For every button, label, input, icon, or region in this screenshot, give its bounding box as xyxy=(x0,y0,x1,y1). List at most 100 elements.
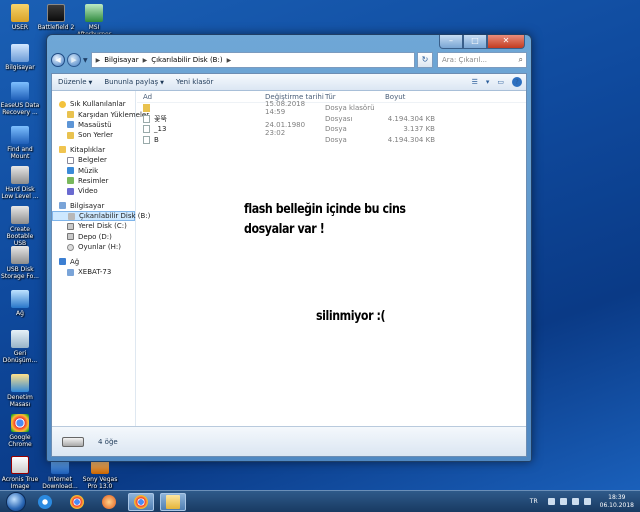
address-root-chevron-icon[interactable]: ▶ xyxy=(96,57,101,64)
nav-item-pictures[interactable]: Resimler xyxy=(52,176,135,186)
nav-computer-header[interactable]: Bilgisayar xyxy=(52,201,135,211)
address-segment-drive[interactable]: Çıkarılabilir Disk (B:) xyxy=(151,56,222,64)
file-row[interactable]: 15.08.2018 14:59 Dosya klasörü xyxy=(137,100,526,116)
taskbar-burner[interactable] xyxy=(96,493,122,511)
nav-item-drive-d[interactable]: Depo (D:) xyxy=(52,232,135,242)
nav-item-music[interactable]: Müzik xyxy=(52,165,135,175)
nav-item-documents[interactable]: Belgeler xyxy=(52,155,135,165)
desktop-icon-bootable-usb[interactable]: Create Bootable USB xyxy=(0,206,40,247)
action-center-icon[interactable] xyxy=(559,498,567,505)
refresh-button[interactable]: ↻ xyxy=(417,52,433,68)
column-type[interactable]: Tür xyxy=(325,93,385,101)
command-bar: Düzenle ▼ Bununla paylaş ▼ Yeni klasör ☰ ▾… xyxy=(52,74,526,91)
preview-pane-icon[interactable]: ▭ xyxy=(497,78,504,86)
file-row[interactable]: _13 24.01.1980 23:02 Dosya 3.137 KB xyxy=(137,121,526,137)
address-chevron-icon[interactable]: ▶ xyxy=(227,57,232,64)
network-icon xyxy=(59,258,66,266)
organize-button[interactable]: Düzenle ▼ xyxy=(58,78,92,86)
computer-icon xyxy=(11,44,29,62)
tray-app-icon[interactable] xyxy=(547,498,555,505)
usb-boot-icon xyxy=(11,206,29,224)
column-size[interactable]: Boyut xyxy=(385,93,435,101)
msi-afterburner-icon xyxy=(85,4,103,22)
language-indicator[interactable]: TR xyxy=(530,498,538,505)
column-name[interactable]: Ad xyxy=(137,93,265,101)
taskbar-ie[interactable] xyxy=(32,493,58,511)
nav-item-drive-b[interactable]: Çıkarılabilir Disk (B:) xyxy=(52,210,150,222)
local-disk-icon xyxy=(67,222,74,230)
item-count: 4 öğe xyxy=(98,437,118,446)
start-button[interactable] xyxy=(6,491,26,512)
nav-favorites-header[interactable]: Sık Kullanılanlar xyxy=(52,99,135,109)
taskbar-chrome[interactable] xyxy=(64,493,90,511)
folder-icon xyxy=(166,494,180,509)
acronis-icon xyxy=(11,456,29,474)
file-icon xyxy=(143,135,150,144)
pictures-icon xyxy=(67,177,74,185)
recycle-bin-icon xyxy=(11,330,29,348)
clock[interactable]: 18:39 06.10.2018 xyxy=(600,494,634,510)
desktop-icon-recycle-bin[interactable]: Geri Dönüşüm... xyxy=(0,330,40,364)
nav-item-desktop[interactable]: Masaüstü xyxy=(52,120,135,130)
desktop-icon-computer[interactable]: Bilgisayar xyxy=(0,44,40,71)
desktop-icon-hdd-format[interactable]: Hard Disk Low Level ... xyxy=(0,166,40,200)
desktop-icon-acronis[interactable]: Acronis True Image xyxy=(0,456,40,490)
view-options-icon[interactable]: ☰ xyxy=(472,78,478,86)
network-status-icon[interactable] xyxy=(571,498,579,505)
taskbar-explorer[interactable] xyxy=(160,492,186,511)
history-dropdown-icon[interactable]: ▼ xyxy=(83,57,88,64)
address-bar[interactable]: ▶ Bilgisayar ▶ Çıkarılabilir Disk (B:) ▶ xyxy=(90,52,415,68)
internet-explorer-icon xyxy=(38,494,52,509)
desktop-icon-chrome[interactable]: Google Chrome xyxy=(0,414,40,448)
desktop-icon-user[interactable]: USER xyxy=(0,4,40,31)
nav-item-drive-c[interactable]: Yerel Disk (C:) xyxy=(52,221,135,231)
music-icon xyxy=(67,167,74,175)
file-row[interactable]: 꽃뚝 Dosyası 4.194.304 KB xyxy=(137,114,526,125)
find-mount-icon xyxy=(11,126,29,144)
computer-icon xyxy=(59,202,66,210)
forward-button[interactable]: ▶ xyxy=(67,53,81,67)
usb-disk-icon xyxy=(11,246,29,264)
overlay-note-line1: flash belleğin içinde bu cins dosyalar v… xyxy=(244,202,406,237)
close-button[interactable]: ✕ xyxy=(487,35,525,49)
back-button[interactable]: ◀ xyxy=(51,53,65,67)
nav-item-video[interactable]: Video xyxy=(52,186,135,196)
network-computer-icon xyxy=(67,268,74,276)
share-button[interactable]: Bununla paylaş ▼ xyxy=(104,78,164,86)
view-controls: ☰ ▾ ▭ ? xyxy=(464,77,522,87)
nav-item-drive-h[interactable]: Oyunlar (H:) xyxy=(52,242,135,252)
address-segment-computer[interactable]: Bilgisayar xyxy=(104,56,138,64)
search-icon: ⌕ xyxy=(518,55,523,64)
desktop-icon-usb-format[interactable]: USB Disk Storage Fo... xyxy=(0,246,40,280)
maximize-button[interactable]: □ xyxy=(463,35,487,49)
taskbar-chrome-active[interactable] xyxy=(128,492,154,511)
nav-libraries-header[interactable]: Kitaplıklar xyxy=(52,145,135,155)
explorer-window: – □ ✕ ◀ ▶ ▼ ▶ Bilgisayar ▶ Çıkarılabilir… xyxy=(46,34,532,462)
file-row[interactable]: B Dosya 4.194.304 KB xyxy=(137,135,526,146)
clock-date: 06.10.2018 xyxy=(599,501,634,509)
search-input[interactable]: Ara: Çıkarıl... ⌕ xyxy=(437,52,527,68)
view-dropdown-icon[interactable]: ▾ xyxy=(486,78,490,86)
desktop-icon-msi[interactable]: MSI Afterburner xyxy=(74,4,114,38)
user-folder-icon xyxy=(11,4,29,22)
control-panel-icon xyxy=(11,374,29,392)
desktop-icon-battlefield[interactable]: Battlefield 2 xyxy=(36,4,76,31)
chrome-icon xyxy=(11,414,29,432)
nav-item-downloads[interactable]: Karşıdan Yüklemeler xyxy=(52,109,149,119)
volume-icon[interactable] xyxy=(583,498,591,505)
nav-item-network-pc[interactable]: XEBAT-73 xyxy=(52,267,135,277)
taskbar: TR 18:39 06.10.2018 xyxy=(0,490,640,512)
nav-network-header[interactable]: Ağ xyxy=(52,256,135,266)
clock-time: 18:39 xyxy=(608,493,626,501)
new-folder-button[interactable]: Yeni klasör xyxy=(176,78,213,86)
help-icon[interactable]: ? xyxy=(512,77,522,87)
nav-item-recent[interactable]: Son Yerler xyxy=(52,130,135,140)
minimize-button[interactable]: – xyxy=(439,35,463,49)
burner-app-icon xyxy=(102,494,116,509)
desktop-icon-control-panel[interactable]: Denetim Masası xyxy=(0,374,40,408)
desktop-icon-network[interactable]: Ağ xyxy=(0,290,40,317)
optical-drive-icon xyxy=(67,243,74,251)
address-chevron-icon[interactable]: ▶ xyxy=(143,57,148,64)
desktop-icon-easeus[interactable]: EaseUS Data Recovery ... xyxy=(0,82,40,116)
desktop-icon-find-mount[interactable]: Find and Mount xyxy=(0,126,40,160)
